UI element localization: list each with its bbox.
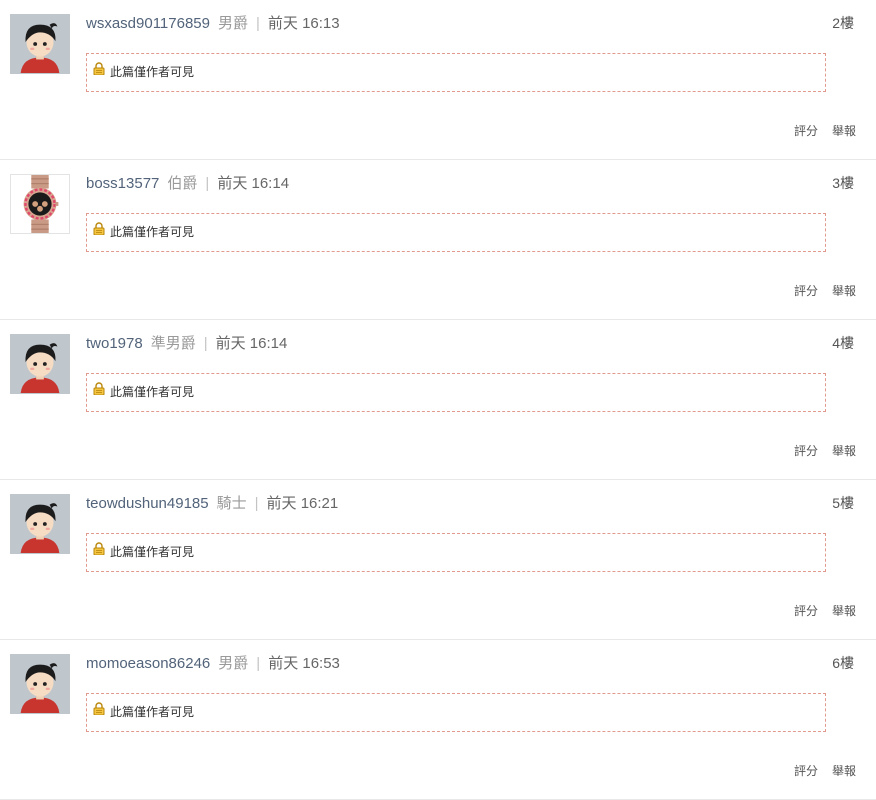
- post: boss13577 伯爵 | 前天 16:14 3樓 此篇僅作者可見 評分 舉報: [0, 160, 876, 320]
- post-meta: wsxasd901176859 男爵 | 前天 16:13: [86, 14, 340, 34]
- post: teowdushun49185 騎士 | 前天 16:21 5樓 此篇僅作者可見 評分…: [0, 480, 876, 640]
- post: two1978 準男爵 | 前天 16:14 4樓 此篇僅作者可見 評分 舉報: [0, 320, 876, 480]
- floor-number[interactable]: 6樓: [832, 653, 854, 673]
- lock-icon: [93, 373, 105, 410]
- report-button[interactable]: 舉報: [832, 444, 856, 458]
- post-time: 前天 16:53: [268, 655, 340, 672]
- rate-button[interactable]: 評分: [794, 284, 818, 298]
- watch-avatar[interactable]: [10, 174, 70, 234]
- separator: |: [256, 15, 260, 32]
- user-rank: 伯爵: [167, 175, 198, 192]
- separator: |: [203, 335, 208, 352]
- username-link[interactable]: two1978: [86, 335, 143, 352]
- hidden-content-notice: 此篇僅作者可見: [86, 213, 826, 252]
- post-time: 前天 16:14: [215, 335, 288, 352]
- floor-number[interactable]: 3樓: [832, 173, 854, 193]
- report-button[interactable]: 舉報: [832, 284, 856, 298]
- hidden-content-notice: 此篇僅作者可見: [86, 693, 826, 732]
- user-rank: 男爵: [217, 15, 248, 32]
- user-rank: 騎士: [216, 495, 247, 512]
- post-meta: teowdushun49185 騎士 | 前天 16:21: [86, 494, 338, 514]
- post: momoeason86246 男爵 | 前天 16:53 6樓 此篇僅作者可見 評分舉…: [0, 640, 876, 800]
- post-actions: 評分 舉報: [780, 282, 856, 299]
- default-avatar-icon: [11, 15, 69, 73]
- hidden-text: 此篇僅作者可見: [110, 545, 195, 559]
- default-avatar[interactable]: [10, 334, 70, 394]
- floor-number[interactable]: 2樓: [832, 13, 854, 33]
- default-avatar[interactable]: [10, 494, 70, 554]
- username-link[interactable]: teowdushun49185: [86, 495, 209, 512]
- post-actions: 評分 舉報: [780, 442, 856, 459]
- default-avatar-icon: [11, 335, 69, 393]
- post-actions: 評分 舉報: [780, 122, 856, 139]
- hidden-text: 此篇僅作者可見: [110, 385, 195, 399]
- post-meta: boss13577 伯爵 | 前天 16:14: [86, 174, 289, 194]
- post-meta: momoeason86246 男爵 | 前天 16:53: [86, 654, 340, 674]
- hidden-text: 此篇僅作者可見: [110, 65, 195, 79]
- rate-button[interactable]: 評分: [794, 124, 818, 138]
- default-avatar-icon: [11, 655, 69, 713]
- report-button[interactable]: 舉報: [832, 124, 856, 138]
- post-list: wsxasd901176859 男爵 | 前天 16:13 2樓 此篇僅作者可見 評分…: [0, 0, 876, 800]
- post-meta: two1978 準男爵 | 前天 16:14: [86, 334, 287, 354]
- post-actions: 評分 舉報: [780, 762, 856, 779]
- username-link[interactable]: boss13577: [86, 175, 159, 192]
- username-link[interactable]: momoeason86246: [86, 655, 210, 672]
- default-avatar[interactable]: [10, 654, 70, 714]
- post-time: 前天 16:13: [267, 15, 340, 32]
- lock-icon: [93, 533, 105, 570]
- watch-avatar-icon: [11, 175, 69, 233]
- lock-icon: [93, 693, 105, 730]
- hidden-content-notice: 此篇僅作者可見: [86, 533, 826, 572]
- post-time: 前天 16:21: [266, 495, 339, 512]
- default-avatar[interactable]: [10, 14, 70, 74]
- rate-button[interactable]: 評分: [794, 444, 818, 458]
- post-time: 前天 16:14: [217, 175, 290, 192]
- hidden-text: 此篇僅作者可見: [110, 225, 195, 239]
- floor-number[interactable]: 5樓: [832, 493, 854, 513]
- user-rank: 準男爵: [150, 335, 196, 352]
- hidden-content-notice: 此篇僅作者可見: [86, 53, 826, 92]
- default-avatar-icon: [11, 495, 69, 553]
- rate-button[interactable]: 評分: [794, 764, 818, 778]
- report-button[interactable]: 舉報: [832, 604, 856, 618]
- post: wsxasd901176859 男爵 | 前天 16:13 2樓 此篇僅作者可見 評分…: [0, 0, 876, 160]
- lock-icon: [93, 53, 105, 90]
- hidden-content-notice: 此篇僅作者可見: [86, 373, 826, 412]
- report-button[interactable]: 舉報: [832, 764, 856, 778]
- post-actions: 評分 舉報: [780, 602, 856, 619]
- floor-number[interactable]: 4樓: [832, 333, 854, 353]
- hidden-text: 此篇僅作者可見: [110, 705, 195, 719]
- separator: |: [205, 175, 210, 192]
- user-rank: 男爵: [218, 655, 249, 672]
- username-link[interactable]: wsxasd901176859: [86, 15, 210, 32]
- rate-button[interactable]: 評分: [794, 604, 818, 618]
- lock-icon: [93, 213, 105, 250]
- separator: |: [254, 495, 259, 512]
- separator: |: [256, 655, 261, 672]
